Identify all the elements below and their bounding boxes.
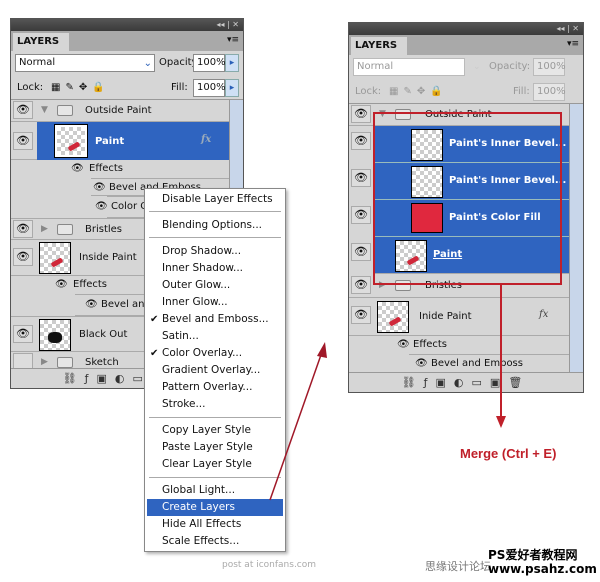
- arrow-line-up: [269, 351, 323, 501]
- arrow-head-up: [317, 342, 327, 358]
- watermark-site: www.psahz.com: [488, 562, 597, 576]
- annotation-overlay: [269, 112, 562, 501]
- watermark-post: post at iconfans.com: [222, 560, 317, 570]
- watermark-cn2: PS爱好者教程网: [488, 548, 578, 562]
- selection-highlight-box: [373, 112, 562, 285]
- watermark-cn1: 思缘设计论坛: [425, 560, 491, 573]
- arrow-head-down: [496, 416, 506, 428]
- merge-label: Merge (Ctrl + E): [460, 446, 557, 461]
